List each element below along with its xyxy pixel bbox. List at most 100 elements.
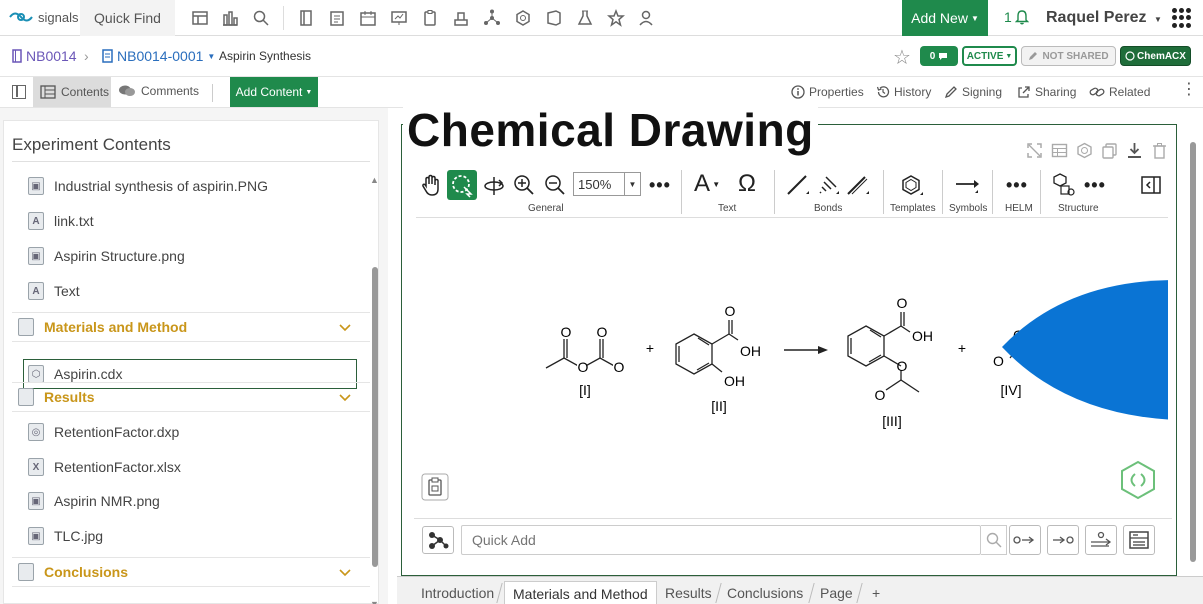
add-product-button[interactable] — [1047, 525, 1079, 555]
tab-conclusions[interactable]: Conclusions — [719, 581, 811, 604]
expand-icon[interactable] — [1026, 142, 1043, 159]
general-more-icon[interactable]: ••• — [649, 176, 671, 194]
notebook-icon[interactable] — [297, 9, 315, 27]
drawing-canvas[interactable]: O O O O [I] + O OH OH [II] O OH O O [III… — [416, 220, 1168, 510]
app-launcher-icon[interactable] — [1172, 8, 1192, 28]
network-icon[interactable] — [483, 9, 501, 27]
breadcrumb-experiment[interactable]: NB0014-0001 ▼ — [102, 48, 215, 64]
list-item[interactable]: ▣ Aspirin Structure.png — [28, 247, 185, 265]
chevron-down-icon[interactable] — [338, 390, 352, 404]
lab-equipment-icon[interactable] — [452, 9, 470, 27]
add-new-button[interactable]: Add New ▼ — [902, 0, 988, 36]
rotate-icon[interactable] — [482, 174, 506, 198]
side-panel-icon[interactable] — [1141, 176, 1161, 194]
scrollbar-thumb[interactable] — [372, 267, 378, 567]
quick-find-button[interactable]: Quick Find — [80, 0, 175, 36]
structure-tool-icon[interactable] — [1052, 172, 1076, 198]
reaction-table-button[interactable] — [1123, 525, 1155, 555]
zoom-out-icon[interactable] — [544, 174, 566, 196]
list-item[interactable]: ◎ RetentionFactor.dxp — [28, 423, 179, 441]
calendar-icon[interactable] — [359, 9, 377, 27]
compound-iii[interactable]: O OH O O [III] — [847, 295, 933, 429]
notifications-button[interactable]: 1 — [1004, 9, 1029, 25]
compound-ii[interactable]: O OH OH [II] — [675, 303, 761, 414]
copy-icon[interactable] — [1101, 142, 1118, 159]
add-reagent-button[interactable] — [1085, 525, 1117, 555]
related-button[interactable]: Related — [1089, 85, 1150, 99]
text-tool[interactable]: A ▼ — [694, 170, 720, 198]
table-icon[interactable] — [1051, 142, 1068, 159]
presentation-icon[interactable] — [390, 9, 408, 27]
hand-pan-icon[interactable] — [420, 174, 442, 198]
flask-icon[interactable] — [576, 9, 594, 27]
single-bond-icon[interactable] — [786, 174, 810, 196]
omega-symbol-icon[interactable]: Ω — [738, 170, 756, 198]
clipboard-button[interactable] — [421, 473, 449, 501]
comments-toggle[interactable]: Comments — [118, 84, 199, 98]
compound-i[interactable]: O O O O [I] — [545, 324, 625, 398]
chevron-down-icon[interactable] — [338, 565, 352, 579]
list-item[interactable]: ▣ TLC.jpg — [28, 527, 103, 545]
dashboard-icon[interactable] — [191, 9, 209, 27]
comments-count-badge[interactable]: 0 — [920, 46, 958, 66]
list-item[interactable]: A link.txt — [28, 212, 94, 230]
section-conclusions[interactable]: Conclusions — [12, 557, 370, 587]
scroll-down-icon[interactable]: ▼ — [370, 599, 379, 604]
reaction-arrow[interactable] — [784, 346, 828, 354]
add-content-button[interactable]: Add Content ▼ — [230, 77, 318, 107]
helm-more-icon[interactable]: ••• — [1006, 176, 1028, 194]
list-item[interactable]: ▣ Aspirin NMR.png — [28, 492, 160, 510]
signing-button[interactable]: Signing — [944, 85, 1002, 99]
sharing-badge[interactable]: NOT SHARED — [1021, 46, 1116, 66]
tab-results[interactable]: Results — [657, 581, 720, 604]
user-search-icon[interactable] — [638, 9, 656, 27]
zoom-level-select[interactable]: 150% ▼ — [573, 172, 641, 196]
tab-introduction[interactable]: Introduction — [413, 581, 502, 604]
lasso-select-tool[interactable] — [447, 170, 477, 200]
favorite-star-icon[interactable]: ☆ — [893, 45, 911, 70]
hashed-bond-icon[interactable] — [816, 174, 840, 196]
trash-icon[interactable] — [1151, 142, 1168, 159]
list-item[interactable]: X RetentionFactor.xlsx — [28, 458, 181, 476]
contents-toggle[interactable]: Contents — [33, 77, 111, 107]
user-menu[interactable]: Raquel Perez ▼ — [1046, 9, 1162, 27]
tab-materials-and-method[interactable]: Materials and Method — [504, 581, 657, 604]
sharing-button[interactable]: Sharing — [1017, 85, 1076, 99]
search-icon[interactable] — [981, 525, 1007, 555]
molecule-icon[interactable] — [514, 9, 532, 27]
zoom-in-icon[interactable] — [513, 174, 535, 196]
experiment-icon[interactable] — [328, 9, 346, 27]
section-results[interactable]: Results — [12, 382, 370, 412]
structure-search-button[interactable] — [422, 526, 454, 554]
list-item[interactable]: ▣ Industrial synthesis of aspirin.PNG — [28, 177, 268, 195]
content-scrollbar[interactable] — [1189, 140, 1197, 570]
benzene-template-icon[interactable] — [900, 174, 924, 198]
structure-more-icon[interactable]: ••• — [1084, 176, 1106, 194]
clipboard-icon[interactable] — [421, 9, 439, 27]
section-materials-and-method[interactable]: Materials and Method — [12, 312, 370, 342]
chemacx-button[interactable]: ChemACX — [1120, 46, 1191, 66]
history-button[interactable]: History — [876, 85, 931, 99]
scroll-up-icon[interactable]: ▲ — [370, 175, 379, 185]
properties-button[interactable]: Properties — [791, 85, 864, 99]
list-item[interactable]: ⬡ Aspirin.cdx — [28, 365, 122, 383]
list-item[interactable]: A Text — [28, 282, 80, 300]
favorites-star-icon[interactable] — [607, 9, 625, 27]
more-options-icon[interactable]: ⋮ — [1181, 82, 1197, 98]
add-reactant-button[interactable] — [1009, 525, 1041, 555]
collapse-panel-icon[interactable] — [12, 85, 26, 99]
quick-add-input[interactable] — [461, 525, 981, 555]
search-icon[interactable] — [252, 9, 270, 27]
scrollbar-thumb[interactable] — [1190, 142, 1196, 562]
arrow-symbol-icon[interactable] — [954, 174, 980, 196]
tab-page[interactable]: Page — [812, 581, 861, 604]
wedge-bond-icon[interactable] — [846, 174, 870, 196]
breadcrumb-notebook[interactable]: NB0014 — [12, 48, 77, 64]
chemdraw-icon[interactable] — [1076, 142, 1093, 159]
add-tab-button[interactable]: + — [864, 581, 888, 604]
chevron-down-icon[interactable] — [338, 320, 352, 334]
office-icon[interactable] — [545, 9, 563, 27]
status-badge[interactable]: ACTIVE ▼ — [962, 46, 1017, 66]
download-icon[interactable] — [1126, 142, 1143, 159]
bar-chart-icon[interactable] — [221, 9, 239, 27]
